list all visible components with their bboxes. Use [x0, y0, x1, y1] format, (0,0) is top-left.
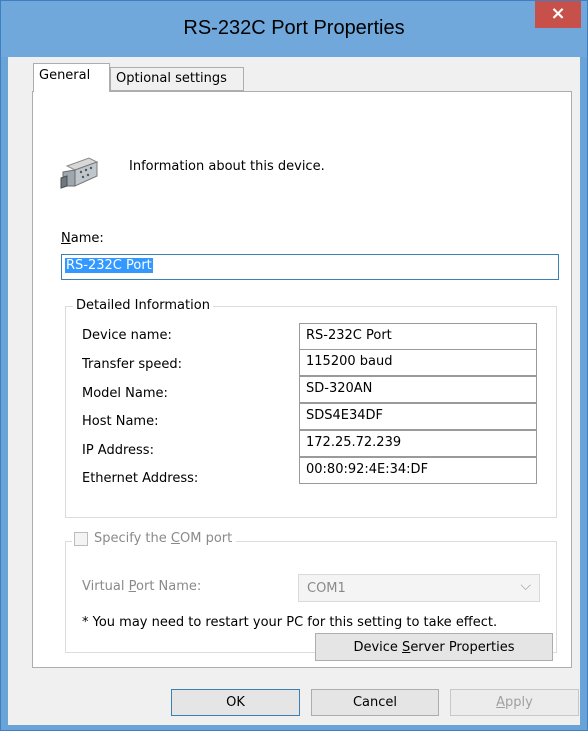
close-button[interactable]: × — [535, 1, 581, 28]
specify-com-port-checkbox[interactable] — [74, 531, 88, 546]
name-input[interactable]: RS-232C Port — [61, 254, 559, 280]
close-icon: × — [550, 3, 566, 24]
host-name-label: Host Name: — [82, 414, 159, 429]
detailed-information-group: Detailed Information Device name: RS-232… — [65, 298, 557, 518]
device-name-value: RS-232C Port — [299, 323, 537, 350]
specify-com-port-label: Specify the COM port — [94, 531, 233, 546]
detailed-information-title: Detailed Information — [73, 298, 213, 313]
chevron-down-icon: ⌵ — [520, 578, 531, 594]
tab-optional-settings[interactable]: Optional settings — [110, 67, 244, 91]
name-label-rest: ame: — [70, 231, 104, 246]
virtual-port-name-value: COM1 — [307, 581, 346, 596]
tab-general[interactable]: General — [33, 63, 110, 92]
serial-port-icon — [60, 157, 99, 189]
ethernet-address-label: Ethernet Address: — [82, 471, 199, 486]
ok-button[interactable]: OK — [171, 689, 300, 716]
transfer-speed-label: Transfer speed: — [82, 357, 183, 372]
general-tab-panel: Information about this device. Name: RS-… — [32, 91, 572, 668]
name-label: Name: — [61, 231, 104, 246]
cancel-button[interactable]: Cancel — [311, 689, 439, 716]
virtual-port-name-select[interactable]: COM1 ⌵ — [298, 574, 540, 602]
ip-address-value: 172.25.72.239 — [299, 430, 537, 457]
model-name-value: SD-320AN — [299, 376, 537, 403]
specify-com-port-checkbox-row[interactable]: Specify the COM port — [72, 531, 237, 546]
virtual-port-name-label: Virtual Port Name: — [82, 579, 202, 594]
apply-button[interactable]: Apply — [450, 689, 579, 716]
title-bar[interactable]: RS-232C Port Properties × — [1, 1, 587, 57]
tab-optional-settings-label: Optional settings — [116, 71, 227, 86]
device-info-text: Information about this device. — [129, 159, 325, 174]
host-name-value: SDS4E34DF — [299, 403, 537, 430]
ip-address-label: IP Address: — [82, 443, 154, 458]
ethernet-address-value: 00:80:92:4E:34:DF — [299, 457, 537, 484]
transfer-speed-value: 115200 baud — [299, 349, 537, 376]
properties-window: RS-232C Port Properties × General Option… — [0, 0, 588, 731]
restart-note: * You may need to restart your PC for th… — [82, 615, 498, 630]
name-input-selected-text: RS-232C Port — [65, 258, 153, 273]
name-label-accelerator: N — [61, 231, 71, 246]
device-server-properties-button[interactable]: Device Server Properties — [315, 633, 553, 661]
dialog-client-area: General Optional settings Information ab… — [8, 57, 580, 725]
tab-general-label: General — [39, 68, 91, 83]
model-name-label: Model Name: — [82, 386, 168, 401]
device-name-label: Device name: — [82, 328, 172, 343]
window-title: RS-232C Port Properties — [183, 17, 405, 39]
